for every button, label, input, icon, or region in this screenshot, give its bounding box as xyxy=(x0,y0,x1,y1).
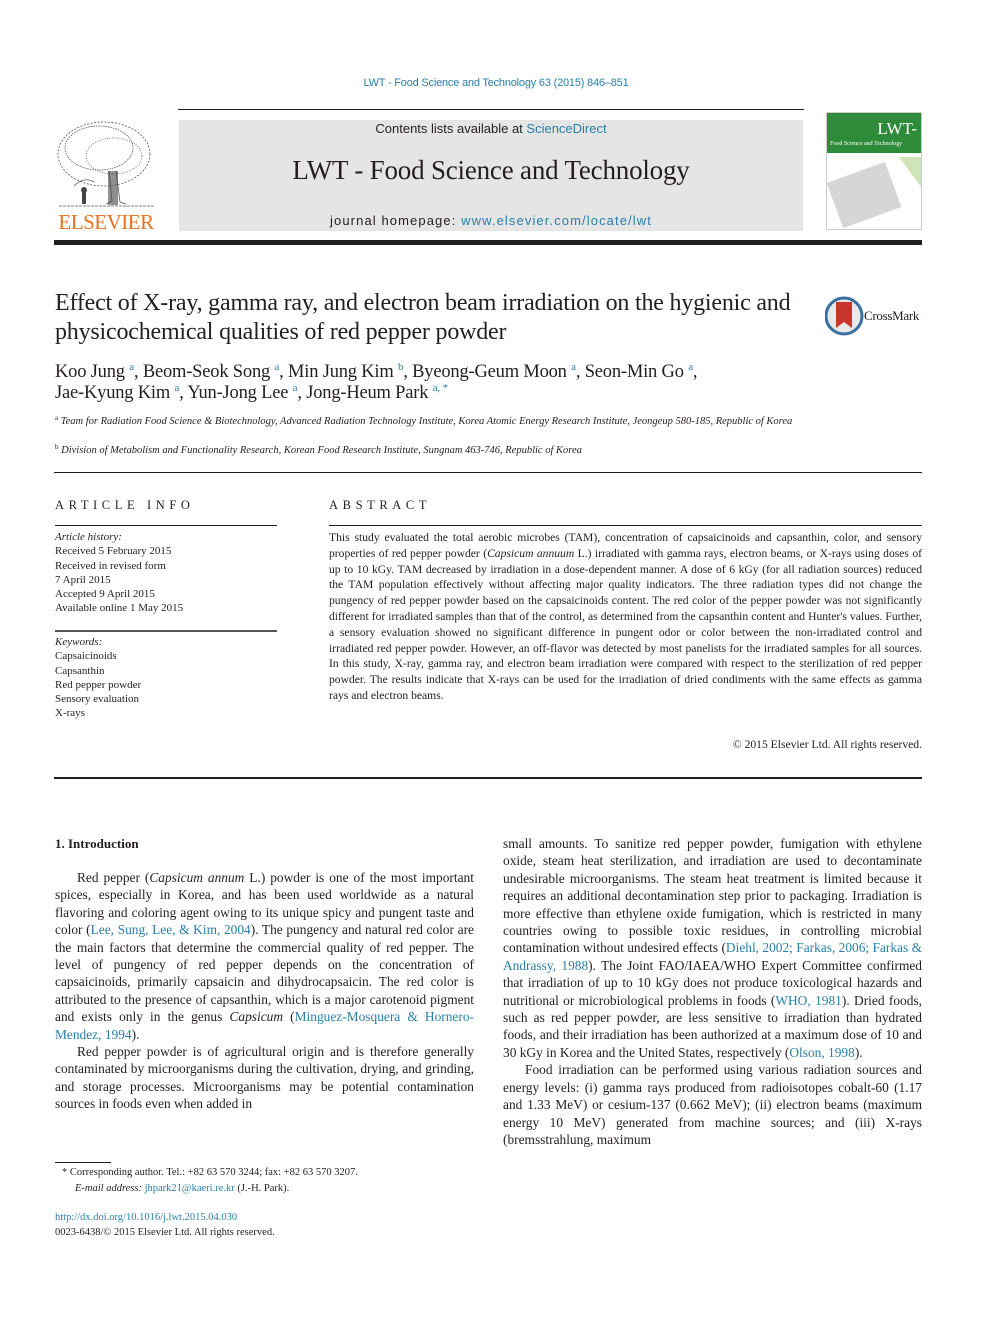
article-title: Effect of X-ray, gamma ray, and electron… xyxy=(55,290,791,345)
intro-paragraph-3: Food irradiation can be performed using … xyxy=(503,1062,922,1147)
email-note: E-mail address: jhpark21@kaeri.re.kr (J.… xyxy=(75,1183,290,1194)
intro-paragraph-1: Red pepper (Capsicum annum L.) powder is… xyxy=(55,870,474,1042)
issn-line: 0023-6438/© 2015 Elsevier Ltd. All right… xyxy=(55,1227,275,1238)
header-rule xyxy=(178,109,804,110)
body-column-right: small amounts. To sanitize red pepper po… xyxy=(503,835,922,1148)
article-info-heading: ARTICLE INFO xyxy=(55,498,195,512)
journal-reference-link[interactable]: LWT - Food Science and Technology 63 (20… xyxy=(364,77,629,89)
corresponding-author-note: * Corresponding author. Tel.: +82 63 570… xyxy=(62,1167,358,1178)
author[interactable]: Koo Jung a xyxy=(55,362,134,383)
intro-paragraph-2: Red pepper powder is of agricultural ori… xyxy=(55,1044,474,1112)
journal-cover-thumbnail[interactable]: LWT- Food Science and Technology xyxy=(826,112,922,230)
doi-line: http://dx.doi.org/10.1016/j.lwt.2015.04.… xyxy=(55,1210,475,1225)
affiliation-rule xyxy=(54,472,922,473)
author[interactable]: Byeong-Geum Moon a xyxy=(412,362,576,383)
affiliation-b: b Division of Metabolism and Functionali… xyxy=(55,443,582,457)
author[interactable]: Jae-Kyung Kim a xyxy=(55,383,179,404)
doi-link[interactable]: http://dx.doi.org/10.1016/j.lwt.2015.04.… xyxy=(55,1212,237,1223)
history-item: Available online 1 May 2015 xyxy=(55,602,184,615)
abstract-rule xyxy=(329,525,922,526)
keyword: Sensory evaluation xyxy=(55,693,140,706)
keyword: Capsanthin xyxy=(55,664,105,677)
sciencedirect-link[interactable]: ScienceDirect xyxy=(526,121,606,136)
journal-title: LWT - Food Science and Technology xyxy=(292,155,690,185)
elsevier-wordmark: ELSEVIER xyxy=(58,210,154,234)
history-item: Received in revised form xyxy=(55,559,166,572)
header-thick-rule xyxy=(54,240,922,245)
history-label: Article history: xyxy=(55,531,122,543)
homepage-link[interactable]: www.elsevier.com/locate/lwt xyxy=(461,213,652,228)
crossmark-label[interactable]: CrossMark xyxy=(864,308,919,324)
email-link[interactable]: jhpark21@kaeri.re.kr xyxy=(145,1183,235,1194)
author[interactable]: Yun-Jong Lee a xyxy=(187,383,297,404)
keyword: Red pepper powder xyxy=(55,678,142,691)
journal-reference[interactable]: LWT - Food Science and Technology 63 (20… xyxy=(0,77,992,89)
article-history: Article history: Received 5 February 201… xyxy=(55,530,280,616)
contents-line: Contents lists available at ScienceDirec… xyxy=(179,121,803,136)
article-info-rule xyxy=(55,525,277,526)
keywords-label: Keywords: xyxy=(55,636,103,648)
keywords: Keywords: Capsaicinoids Capsanthin Red p… xyxy=(55,635,280,721)
abstract-heading: ABSTRACT xyxy=(329,498,432,512)
cover-title: LWT- xyxy=(877,119,917,138)
affiliation-a: a Team for Radiation Food Science & Biot… xyxy=(55,414,793,428)
citation-link[interactable]: Olson, 1998 xyxy=(789,1045,854,1060)
citation-link[interactable]: WHO, 1981 xyxy=(775,993,841,1008)
homepage-line: journal homepage: www.elsevier.com/locat… xyxy=(179,213,803,228)
abstract-text: This study evaluated the total aerobic m… xyxy=(329,531,922,702)
history-item: Received 5 February 2015 xyxy=(55,545,172,558)
keyword: X-rays xyxy=(55,707,85,720)
author[interactable]: Min Jung Kim b xyxy=(288,362,403,383)
history-item: 7 April 2015 xyxy=(55,573,111,586)
history-item: Accepted 9 April 2015 xyxy=(55,588,155,601)
author[interactable]: Jong-Heum Park a, * xyxy=(306,383,448,404)
cover-decoration xyxy=(899,157,921,187)
abstract-copyright: © 2015 Elsevier Ltd. All rights reserved… xyxy=(732,738,922,751)
contents-prefix: Contents lists available at xyxy=(375,121,527,136)
citation-link[interactable]: Lee, Sung, Lee, & Kim, 2004 xyxy=(91,922,251,937)
cover-subtitle: Food Science and Technology xyxy=(830,141,903,147)
cover-image xyxy=(827,161,902,229)
author-list: Koo Jung a, Beom-Seok Song a, Min Jung K… xyxy=(55,361,698,404)
body-column-left: Red pepper (Capsicum annum L.) powder is… xyxy=(55,869,474,1113)
homepage-prefix: journal homepage: xyxy=(330,213,462,228)
keyword: Capsaicinoids xyxy=(55,650,117,663)
section-heading-introduction: 1. Introduction xyxy=(55,836,139,851)
keywords-rule xyxy=(55,630,277,632)
footnote-rule xyxy=(55,1162,111,1163)
author[interactable]: Seon-Min Go a xyxy=(585,362,693,383)
author[interactable]: Beom-Seok Song a xyxy=(143,362,280,383)
abstract-bottom-rule xyxy=(54,777,922,779)
intro-paragraph-2-continued: small amounts. To sanitize red pepper po… xyxy=(503,836,922,1060)
